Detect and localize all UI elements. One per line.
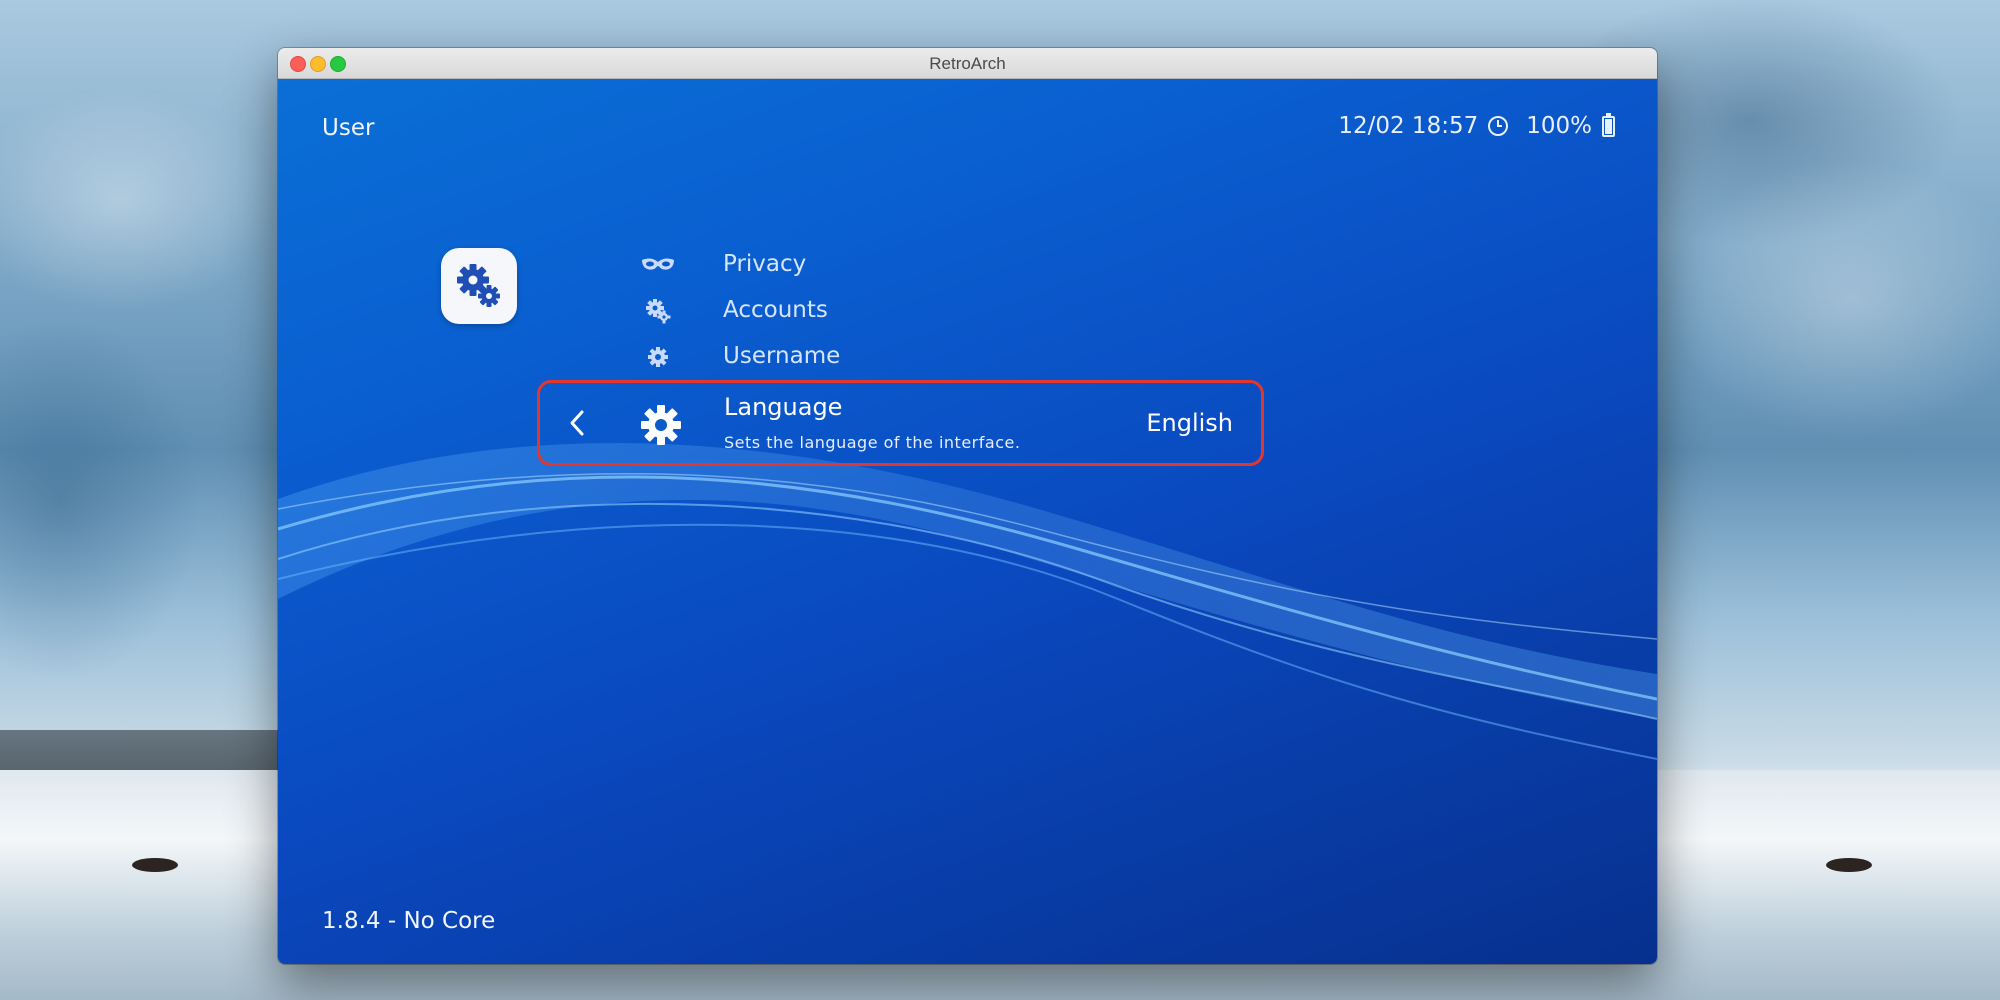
retroarch-window: RetroArch User 12/02 18:57 100% Privacy … bbox=[278, 48, 1657, 964]
battery-icon bbox=[1602, 112, 1615, 137]
menu-item-label: Username bbox=[723, 343, 841, 369]
menu-item-label: Privacy bbox=[723, 251, 807, 277]
battery-level: 100% bbox=[1526, 113, 1592, 139]
ribbon-wave-background bbox=[278, 443, 1657, 760]
mask-icon bbox=[638, 247, 678, 283]
wallpaper-rock bbox=[0, 730, 280, 775]
version-core-label: 1.8.4 - No Core bbox=[322, 908, 496, 934]
menu-item-label: Language bbox=[724, 393, 843, 421]
language-value[interactable]: English bbox=[1146, 409, 1233, 437]
status-bar: 12/02 18:57 100% bbox=[1338, 112, 1615, 139]
menu-item-language-selected[interactable]: Language Sets the language of the interf… bbox=[537, 380, 1264, 466]
settings-gears-icon bbox=[457, 264, 500, 307]
menu-item-label: Accounts bbox=[723, 297, 828, 323]
chevron-left-icon[interactable] bbox=[562, 406, 592, 440]
gears-icon bbox=[638, 293, 678, 329]
user-category-icon[interactable] bbox=[441, 248, 517, 324]
clock-icon bbox=[1488, 116, 1509, 136]
menu-item-username[interactable]: Username bbox=[638, 339, 840, 375]
wallpaper-seal bbox=[1826, 858, 1872, 872]
window-title: RetroArch bbox=[929, 54, 1006, 73]
menu-item-accounts[interactable]: Accounts bbox=[638, 293, 828, 329]
xmb-menu-screen: User 12/02 18:57 100% Privacy Accounts U… bbox=[278, 79, 1657, 964]
gear-icon bbox=[639, 403, 683, 447]
current-section-label: User bbox=[322, 115, 375, 141]
window-titlebar[interactable]: RetroArch bbox=[278, 48, 1657, 79]
gear-icon bbox=[638, 339, 678, 375]
wallpaper-seal bbox=[132, 858, 178, 872]
datetime-readout: 12/02 18:57 bbox=[1338, 113, 1479, 139]
menu-item-description: Sets the language of the interface. bbox=[724, 433, 1021, 452]
menu-item-privacy[interactable]: Privacy bbox=[638, 247, 806, 283]
